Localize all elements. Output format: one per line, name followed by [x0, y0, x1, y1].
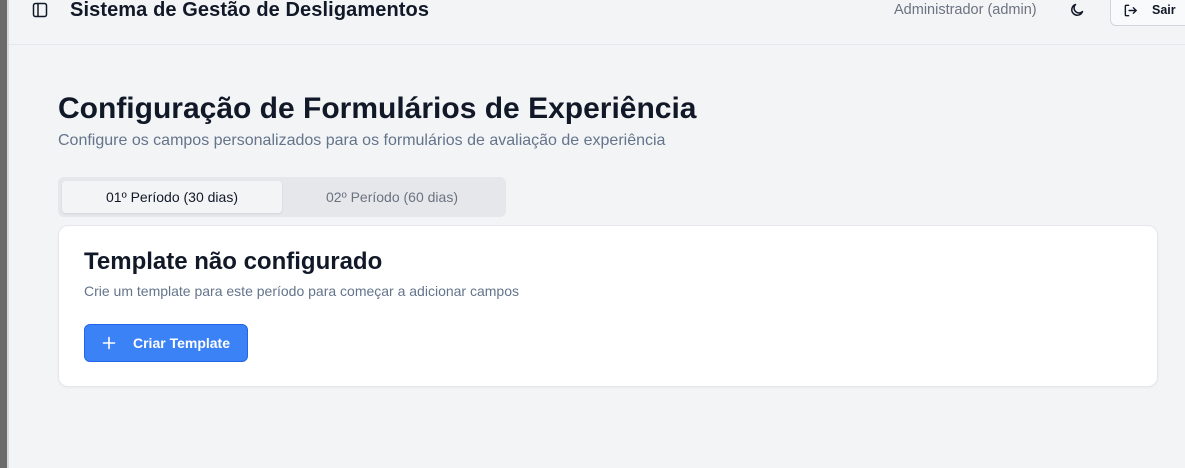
top-header: Sistema de Gestão de Desligamentos Admin… [9, 0, 1185, 45]
tab-first-period[interactable]: 01º Período (30 dias) [62, 181, 282, 213]
app-title: Sistema de Gestão de Desligamentos [70, 0, 430, 21]
window-edge [0, 0, 9, 468]
card-description: Crie um template para este período para … [84, 283, 519, 299]
create-template-button[interactable]: Criar Template [84, 324, 248, 362]
period-tabs: 01º Período (30 dias) 02º Período (60 di… [58, 177, 506, 217]
panel-left-icon[interactable] [31, 1, 49, 19]
plus-icon [102, 336, 116, 350]
card-title: Template não configurado [84, 248, 383, 275]
create-template-label: Criar Template [133, 335, 230, 351]
current-user-label: Administrador (admin) [894, 2, 1037, 18]
logout-label: Sair [1152, 3, 1176, 17]
tab-second-period[interactable]: 02º Período (60 dias) [282, 181, 502, 213]
moon-icon[interactable] [1067, 0, 1087, 20]
page-subtitle: Configure os campos personalizados para … [58, 132, 666, 149]
page-title: Configuração de Formulários de Experiênc… [58, 92, 697, 125]
log-out-icon [1123, 3, 1138, 18]
logout-button[interactable]: Sair [1110, 0, 1185, 26]
template-card: Template não configurado Crie um templat… [58, 225, 1158, 387]
